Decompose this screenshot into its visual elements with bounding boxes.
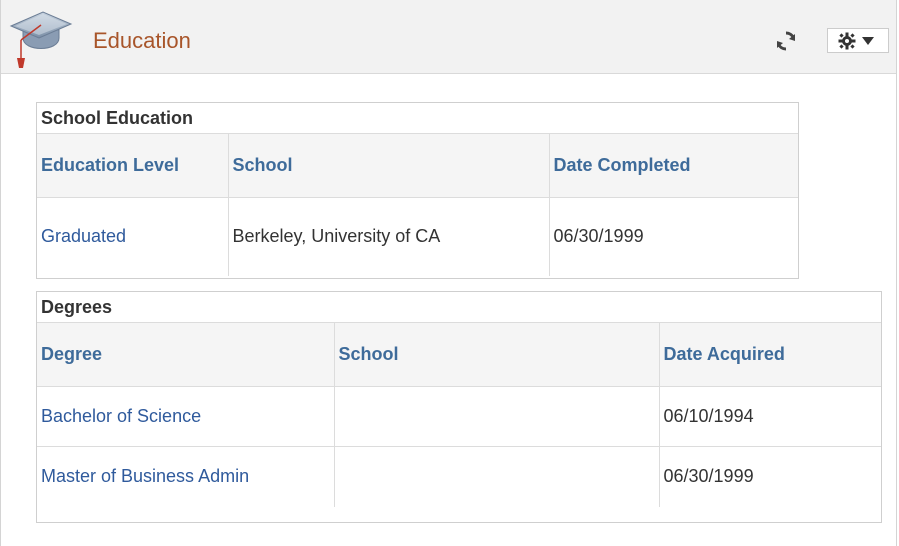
school-cell: Berkeley, University of CA — [228, 197, 550, 276]
grid-caption: School Education — [41, 108, 194, 128]
education-level-link[interactable]: Graduated — [37, 197, 229, 276]
table-row: Graduated Berkeley, University of CA 06/… — [37, 197, 798, 276]
column-header-degree[interactable]: Degree — [37, 322, 335, 387]
table-header-row: Education Level School Date Completed — [37, 133, 798, 198]
column-header-date-acquired[interactable]: Date Acquired — [659, 322, 881, 387]
table-row: Master of Business Admin 06/30/1999 — [37, 446, 881, 507]
column-header-date-completed[interactable]: Date Completed — [549, 133, 798, 198]
table-row: Bachelor of Science 06/10/1994 — [37, 386, 881, 447]
date-cell: 06/30/1999 — [663, 466, 754, 487]
education-pagelet: Education School Education Education Lev… — [0, 0, 897, 546]
refresh-icon[interactable] — [775, 30, 797, 52]
chevron-down-icon — [862, 37, 874, 45]
degree-link[interactable]: Master of Business Admin — [37, 446, 335, 507]
column-header-school[interactable]: School — [228, 133, 550, 198]
grid-caption: Degrees — [41, 297, 113, 317]
school-cell — [334, 446, 660, 507]
page-title: Education — [93, 28, 191, 53]
gear-icon — [838, 32, 856, 50]
column-header-education-level[interactable]: Education Level — [37, 133, 229, 198]
degrees-grid: Degrees Degree School Date Acquired Bach… — [36, 291, 882, 523]
degree-link[interactable]: Bachelor of Science — [37, 386, 335, 447]
date-cell: 06/30/1999 — [553, 226, 644, 247]
table-header-row: Degree School Date Acquired — [37, 322, 881, 387]
school-cell — [334, 386, 660, 447]
date-cell: 06/10/1994 — [659, 386, 881, 447]
graduation-cap-icon — [9, 8, 73, 72]
pagelet-header: Education — [1, 0, 896, 74]
settings-menu-button[interactable] — [827, 28, 889, 53]
school-education-grid: School Education Education Level School … — [36, 102, 799, 279]
column-header-school[interactable]: School — [334, 322, 660, 387]
